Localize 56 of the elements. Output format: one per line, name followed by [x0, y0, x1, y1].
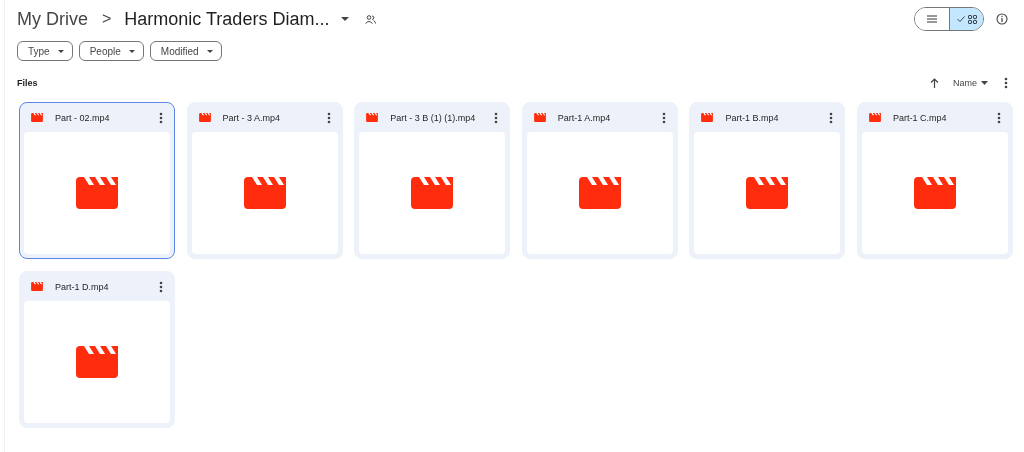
- section-title: Files: [17, 78, 38, 88]
- file-card[interactable]: Part-1 C.mp4: [856, 102, 1013, 259]
- caret-icon: [981, 81, 988, 85]
- more-icon[interactable]: [996, 111, 1001, 124]
- video-clapper-icon: [243, 177, 286, 209]
- video-clapper-icon: [746, 177, 789, 209]
- file-name: Part-1 B.mp4: [725, 112, 780, 123]
- filter-chip[interactable]: Type: [17, 41, 73, 61]
- more-icon[interactable]: [661, 111, 666, 124]
- caret-icon: [128, 49, 135, 53]
- sort-button[interactable]: Name: [953, 78, 988, 88]
- check-icon: [956, 16, 965, 22]
- video-file-icon: [31, 282, 43, 291]
- video-clapper-icon: [578, 177, 621, 209]
- video-file-icon: [366, 113, 379, 122]
- info-icon[interactable]: [996, 13, 1008, 25]
- more-icon[interactable]: [326, 111, 331, 124]
- sort-direction-icon[interactable]: [930, 78, 939, 88]
- video-clapper-icon: [76, 177, 118, 209]
- more-icon[interactable]: [1004, 77, 1008, 89]
- more-icon[interactable]: [159, 111, 163, 124]
- video-clapper-icon: [411, 177, 454, 209]
- dropdown-icon[interactable]: [341, 16, 350, 22]
- folder-title[interactable]: Harmonic Traders Diam...: [124, 8, 330, 30]
- file-name: Part-1 A.mp4: [557, 112, 612, 123]
- video-file-icon: [533, 113, 546, 122]
- grid-view-button[interactable]: [949, 8, 983, 30]
- video-clapper-icon: [76, 346, 118, 378]
- grid-icon: [967, 14, 977, 24]
- video-file-icon: [868, 113, 881, 122]
- file-card[interactable]: Part - 3 B (1) (1).mp4: [354, 102, 511, 259]
- file-card[interactable]: Part - 02.mp4: [19, 102, 175, 259]
- video-file-icon: [31, 113, 43, 122]
- video-file-icon: [701, 113, 714, 122]
- caret-icon: [57, 49, 64, 53]
- video-file-icon: [198, 113, 211, 122]
- more-icon[interactable]: [494, 111, 499, 124]
- more-icon[interactable]: [829, 111, 834, 124]
- file-card[interactable]: Part-1 A.mp4: [521, 102, 678, 259]
- caret-icon: [206, 49, 213, 53]
- list-icon: [927, 15, 937, 23]
- shared-people-icon: [365, 14, 377, 24]
- video-clapper-icon: [913, 177, 956, 209]
- breadcrumb-link[interactable]: My Drive: [17, 8, 88, 30]
- file-card[interactable]: Part - 3 A.mp4: [186, 102, 343, 259]
- breadcrumb-separator: >: [102, 10, 112, 28]
- file-name: Part - 3 A.mp4: [222, 112, 282, 123]
- filter-chip[interactable]: People: [78, 41, 144, 61]
- file-name: Part-1 C.mp4: [892, 112, 948, 123]
- file-name: Part-1 D.mp4: [55, 281, 110, 292]
- file-card[interactable]: Part-1 B.mp4: [689, 102, 846, 259]
- filter-chip[interactable]: Modified: [149, 41, 222, 61]
- file-name: Part - 02.mp4: [55, 112, 111, 123]
- more-icon[interactable]: [159, 280, 163, 293]
- file-card[interactable]: Part-1 D.mp4: [19, 271, 175, 428]
- file-name: Part - 3 B (1) (1).mp4: [390, 112, 477, 123]
